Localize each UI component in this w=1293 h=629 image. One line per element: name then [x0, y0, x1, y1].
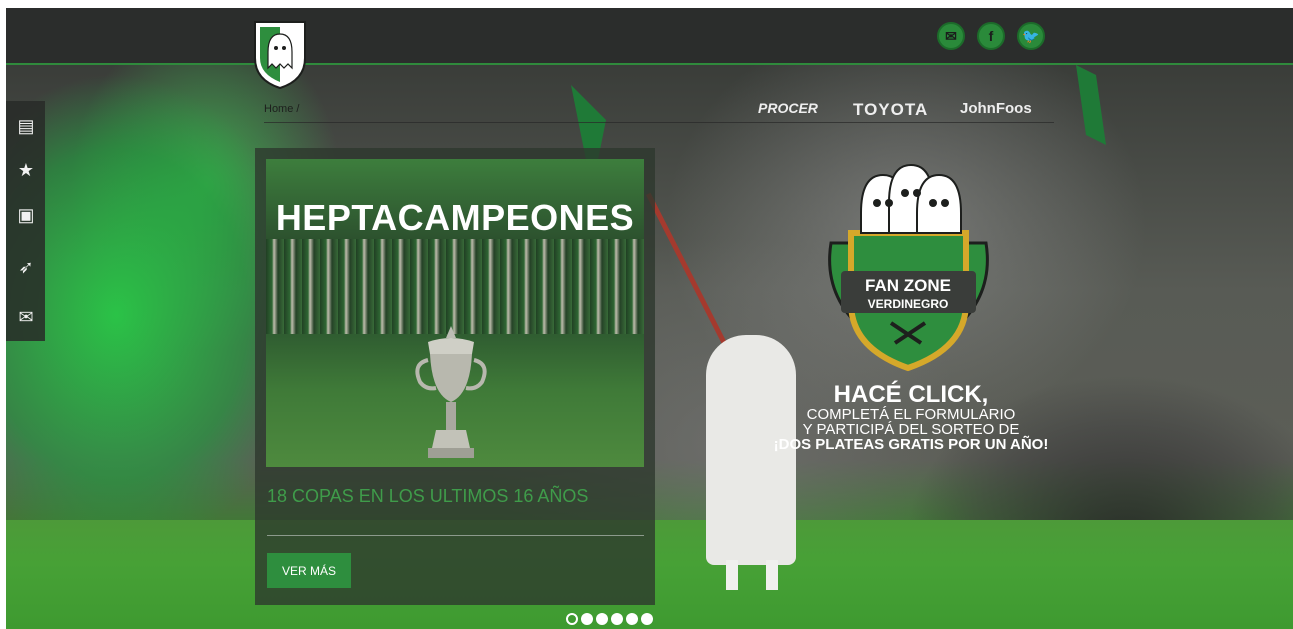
promo-line-4: ¡DOS PLATEAS GRATIS POR UN AÑO! — [773, 436, 1049, 453]
news-caption[interactable]: 18 COPAS EN LOS ULTIMOS 16 AÑOS — [267, 486, 647, 507]
carousel-dot[interactable] — [626, 613, 638, 625]
carousel-dot[interactable] — [641, 613, 653, 625]
news-card: HEPTACAMPEONES 18 COPAS EN LOS ULTIMOS 1… — [255, 148, 655, 605]
team-crowd — [266, 239, 644, 334]
promo-line-2: COMPLETÁ EL FORMULARIO — [806, 406, 1016, 423]
news-card-divider — [267, 535, 644, 536]
breadcrumb-divider — [264, 122, 1054, 123]
id-card-icon[interactable]: ▣ — [15, 204, 37, 226]
carousel-dot[interactable] — [581, 613, 593, 625]
carousel-dots — [566, 613, 653, 627]
trophy-icon — [415, 326, 487, 458]
breadcrumb-separator: / — [296, 103, 300, 115]
promo-text[interactable]: HACÉ CLICK, COMPLETÁ EL FORMULARIO Y PAR… — [766, 381, 1056, 453]
email-icon[interactable]: ✉ — [937, 22, 965, 50]
ver-mas-button[interactable]: VER MÁS — [267, 553, 351, 588]
promo-line-1: HACÉ CLICK, — [833, 381, 989, 408]
sponsor-johnfoos-logo[interactable]: JohnFoos — [960, 100, 1032, 117]
news-card-image[interactable]: HEPTACAMPEONES — [266, 159, 644, 467]
facebook-icon[interactable]: f — [977, 22, 1005, 50]
sponsor-procer-logo[interactable]: PROCER — [758, 100, 818, 116]
fan-zone-line2: VERDINEGRO — [868, 297, 949, 311]
carousel-dot[interactable] — [566, 613, 578, 625]
flag-right — [1076, 65, 1106, 145]
breadcrumb: Home / — [264, 103, 299, 115]
news-icon[interactable]: ▤ — [15, 115, 37, 137]
star-icon[interactable]: ★ — [15, 159, 37, 181]
fan-zone-badge[interactable]: FAN ZONE VERDINEGRO — [821, 163, 996, 373]
sponsor-toyota-logo[interactable]: TOYOTA — [853, 100, 928, 120]
page-frame: ✉ f 🐦 ▤ ★ ▣ ➶ ✉ Home / PROCER TOYOTA Joh… — [6, 8, 1293, 629]
ghost-costume-figure — [696, 335, 806, 590]
promo-line-3: Y PARTICIPÁ DEL SORTEO DE — [802, 421, 1020, 438]
top-bar — [6, 8, 1293, 63]
hockey-icon[interactable]: ➶ — [15, 256, 37, 278]
club-logo[interactable] — [252, 18, 308, 90]
carousel-dot[interactable] — [611, 613, 623, 625]
fan-zone-line1: FAN ZONE — [865, 276, 951, 295]
news-image-title: HEPTACAMPEONES — [275, 197, 635, 238]
mail-icon[interactable]: ✉ — [15, 306, 37, 328]
twitter-icon[interactable]: 🐦 — [1017, 22, 1045, 50]
breadcrumb-home-link[interactable]: Home — [264, 103, 293, 115]
left-sidebar: ▤ ★ ▣ ➶ ✉ — [6, 101, 45, 341]
carousel-dot[interactable] — [596, 613, 608, 625]
